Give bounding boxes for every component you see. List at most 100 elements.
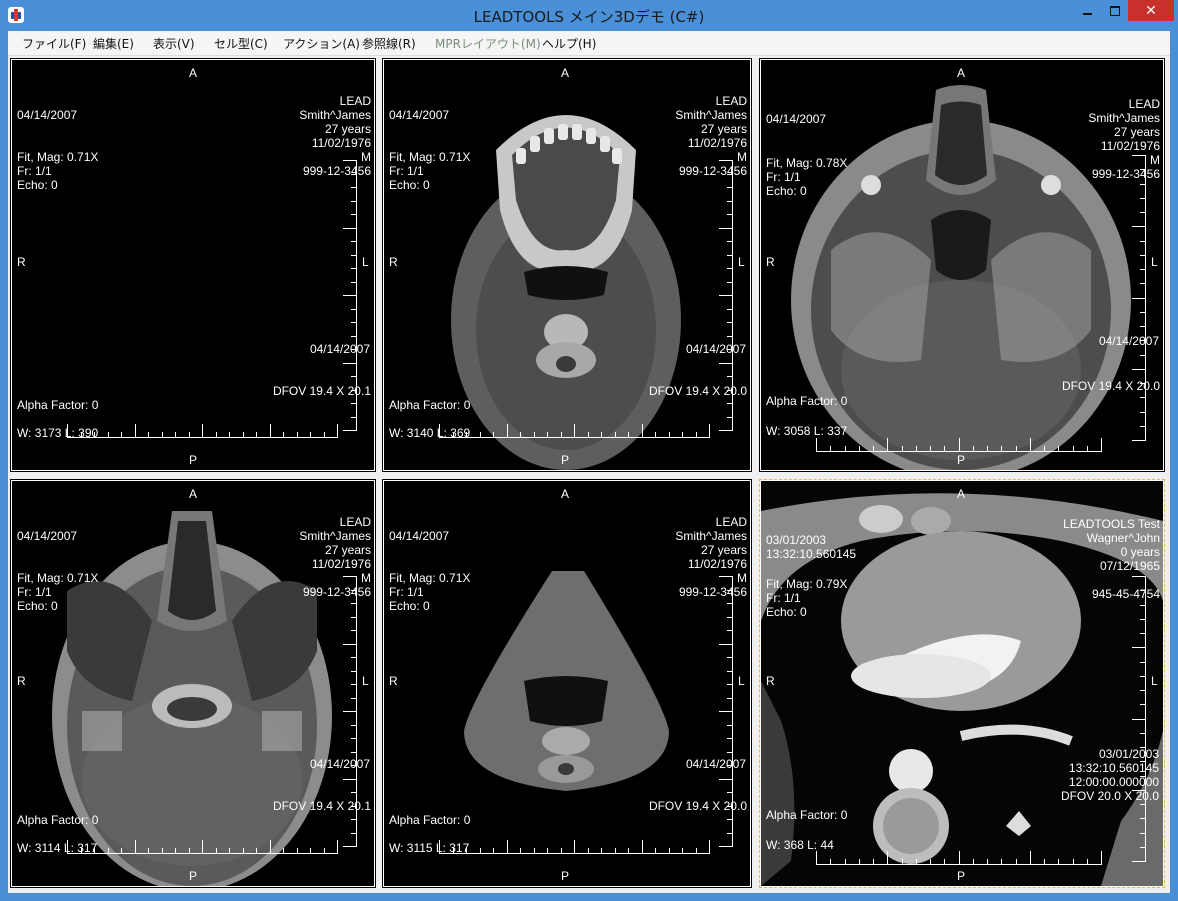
ruler-tick: [343, 295, 357, 296]
ruler-tick: [719, 228, 733, 229]
echo: Echo: 0: [17, 599, 58, 613]
echo: Echo: 0: [766, 184, 807, 198]
alpha-factor: Alpha Factor: 0: [766, 808, 848, 822]
patient-sex: M: [1150, 153, 1160, 167]
ruler-axis: [732, 160, 733, 430]
orient-left: R: [766, 674, 775, 688]
horizontal-ruler: [439, 840, 710, 854]
ruler-tick: [1101, 438, 1102, 452]
acq-date: 04/14/2007: [389, 108, 450, 122]
study-date: 04/14/2007: [309, 757, 370, 771]
patient-id: 999-12-3456: [678, 585, 747, 599]
ruler-tick: [343, 711, 357, 712]
ruler-tick: [202, 424, 203, 438]
ruler-tick: [202, 840, 203, 854]
orient-bottom: P: [189, 869, 198, 883]
institution: LEAD: [1128, 97, 1160, 111]
ruler-axis: [439, 437, 709, 438]
ruler-tick: [1132, 440, 1146, 441]
menu-reference-line[interactable]: 参照線(R): [362, 35, 416, 52]
patient-name: Smith^James: [299, 529, 371, 543]
patient-dob: 11/02/1976: [311, 557, 371, 571]
ruler-tick: [719, 160, 733, 161]
viewer-cell-1[interactable]: A P R L 04/14/2007 Fit, Mag: 0.71X Fr: 1…: [10, 58, 376, 472]
ruler-tick: [719, 576, 733, 577]
orient-top: A: [957, 487, 966, 501]
viewer-cell-5[interactable]: A P R L 04/14/2007 Fit, Mag: 0.71X Fr: 1…: [382, 479, 752, 888]
ruler-tick: [67, 840, 68, 854]
menu-file[interactable]: ファイル(F): [22, 35, 86, 52]
institution: LEAD: [715, 94, 747, 108]
patient-name: Smith^James: [299, 108, 371, 122]
ruler-axis: [67, 437, 337, 438]
vertical-ruler: [1132, 576, 1146, 862]
menu-cell-type[interactable]: セル型(C): [214, 35, 268, 52]
viewer-cell-4[interactable]: A P R L 04/14/2007 Fit, Mag: 0.71X Fr: 1…: [10, 479, 376, 888]
patient-age: 0 years: [1120, 545, 1160, 559]
magnification: Fit, Mag: 0.79X: [766, 577, 848, 591]
ruler-tick: [709, 840, 710, 854]
menu-edit[interactable]: 編集(E): [93, 35, 134, 52]
orient-right: L: [362, 674, 369, 688]
ruler-tick: [343, 228, 357, 229]
acq-date: 04/14/2007: [17, 529, 78, 543]
frame: Fr: 1/1: [766, 170, 801, 184]
institution: LEAD: [339, 94, 371, 108]
menu-help[interactable]: ヘルプ(H): [542, 35, 596, 52]
ruler-tick: [719, 711, 733, 712]
magnification: Fit, Mag: 0.71X: [389, 150, 471, 164]
patient-info: LEAD Smith^James 27 years 11/02/1976 M 9…: [675, 515, 747, 599]
patient-age: 27 years: [1113, 125, 1160, 139]
patient-dob: 07/12/1965: [1099, 559, 1160, 573]
title-bar[interactable]: LEADTOOLS メイン3Dデモ (C#) ✕: [0, 0, 1178, 31]
ruler-tick: [343, 160, 357, 161]
echo: Echo: 0: [389, 178, 430, 192]
window-level: W: 368 L: 44: [766, 838, 834, 852]
ruler-tick: [270, 840, 271, 854]
patient-name: Smith^James: [1088, 111, 1160, 125]
patient-name: Wagner^John: [1086, 531, 1160, 545]
minimize-button[interactable]: [1074, 0, 1101, 21]
magnification: Fit, Mag: 0.78X: [766, 156, 848, 170]
ruler-tick: [1132, 719, 1146, 720]
orient-top: A: [561, 66, 570, 80]
orient-left: R: [389, 255, 398, 269]
menu-mpr-layout[interactable]: MPRレイアウト(M): [435, 35, 541, 52]
ruler-tick: [135, 424, 136, 438]
ruler-tick: [507, 424, 508, 438]
horizontal-ruler: [439, 424, 710, 438]
close-button[interactable]: ✕: [1128, 0, 1174, 21]
ruler-tick: [642, 424, 643, 438]
patient-dob: 11/02/1976: [687, 136, 747, 150]
ruler-tick: [343, 644, 357, 645]
viewer-cell-2[interactable]: A P R L 04/14/2007 Fit, Mag: 0.71X Fr: 1…: [382, 58, 752, 472]
menu-view[interactable]: 表示(V): [153, 35, 195, 52]
ruler-tick: [719, 779, 733, 780]
ruler-axis: [1145, 576, 1146, 861]
ruler-axis: [439, 853, 709, 854]
orient-right: L: [738, 674, 745, 688]
ruler-axis: [1145, 155, 1146, 440]
viewer-cell-6[interactable]: A P R L 03/01/2003 13:32:10.560145 Fit, …: [759, 479, 1165, 888]
study-date: 04/14/2007: [1098, 334, 1159, 348]
institution: LEAD: [339, 515, 371, 529]
ruler-tick: [719, 430, 733, 431]
ruler-tick: [642, 840, 643, 854]
ruler-tick: [343, 779, 357, 780]
maximize-button[interactable]: [1101, 0, 1128, 21]
frame: Fr: 1/1: [17, 585, 52, 599]
patient-id: 999-12-3456: [1091, 167, 1160, 181]
ruler-tick: [439, 840, 440, 854]
window-level: W: 3058 L: 337: [766, 424, 848, 438]
frame: Fr: 1/1: [766, 591, 801, 605]
alpha-factor: Alpha Factor: 0: [389, 398, 471, 412]
ruler-axis: [816, 864, 1101, 865]
acq-date: 04/14/2007: [766, 112, 827, 126]
horizontal-ruler: [816, 438, 1102, 452]
ruler-tick: [719, 644, 733, 645]
vertical-ruler: [1132, 155, 1146, 441]
viewer-cell-3[interactable]: A P R L 04/14/2007 Fit, Mag: 0.78X Fr: 1…: [759, 58, 1165, 472]
menu-action[interactable]: アクション(A): [283, 35, 360, 52]
orient-top: A: [957, 66, 966, 80]
minimize-icon: [1083, 12, 1092, 15]
